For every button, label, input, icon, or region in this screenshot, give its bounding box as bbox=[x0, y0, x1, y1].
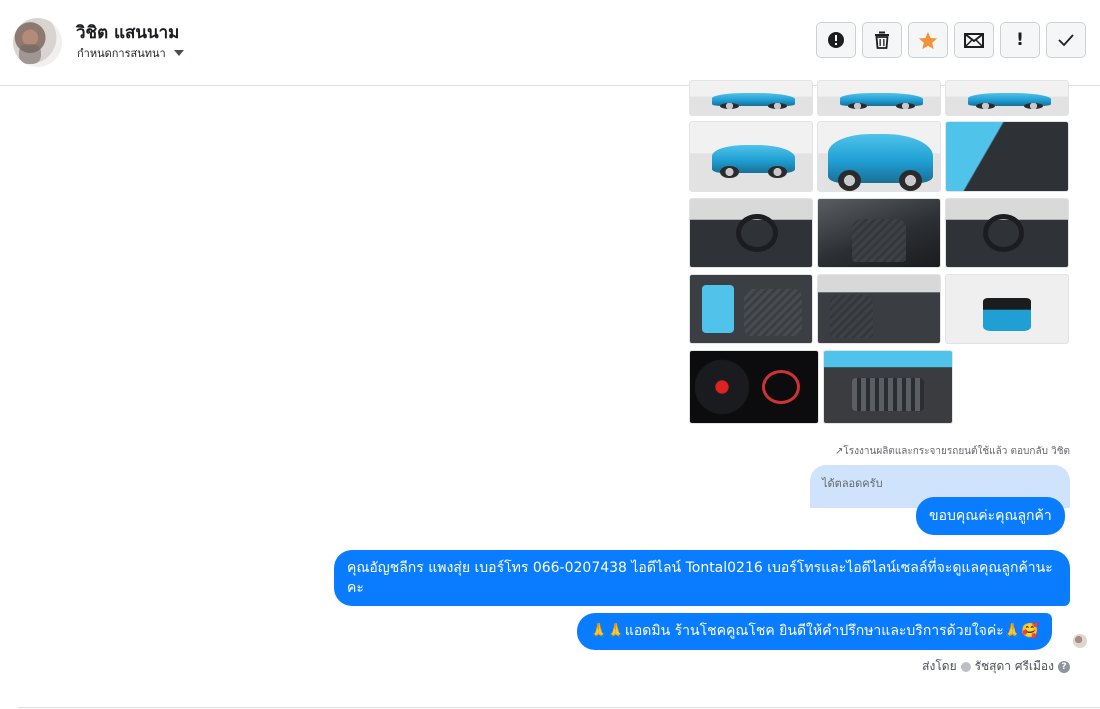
car-photo[interactable] bbox=[689, 350, 819, 424]
mark-unread-button[interactable] bbox=[954, 22, 994, 58]
car-photo[interactable] bbox=[945, 198, 1069, 268]
sent-by-info: ส่งโดย รัชสุดา ศรีเมือง ? bbox=[922, 657, 1070, 676]
car-photo[interactable] bbox=[689, 80, 813, 116]
car-photo[interactable] bbox=[817, 80, 941, 116]
exclamation-icon: ! bbox=[1016, 30, 1024, 50]
sender-name[interactable]: รัชสุดา ศรีเมือง bbox=[975, 657, 1054, 676]
message-bubble[interactable]: คุณอัญชลีกร แพงสุ่ย เบอร์โทร 066-0207438… bbox=[334, 550, 1070, 606]
car-photo[interactable] bbox=[817, 198, 941, 268]
contact-avatar[interactable] bbox=[13, 18, 62, 67]
car-photo[interactable] bbox=[945, 274, 1069, 344]
chevron-down-icon bbox=[173, 50, 184, 56]
car-photo[interactable] bbox=[689, 198, 813, 268]
contact-name[interactable]: วิชิต แสนนาม bbox=[76, 19, 179, 46]
assign-label: กำหนดการสนทนา bbox=[77, 47, 166, 60]
check-icon bbox=[1058, 34, 1074, 47]
conversation-toolbar: ! bbox=[816, 22, 1086, 58]
divider bbox=[18, 707, 1100, 708]
seen-avatar bbox=[1073, 634, 1087, 648]
sent-by-prefix: ส่งโดย bbox=[922, 659, 957, 673]
conversation-header: วิชิต แสนนาม กำหนดการสนทนา ! bbox=[0, 0, 1100, 86]
spam-button[interactable]: ! bbox=[1000, 22, 1040, 58]
star-button[interactable] bbox=[908, 22, 948, 58]
message-bubble[interactable]: 🙏🙏แอดมิน ร้านโชคคูณโชค ยินดีให้คำปรึกษาแ… bbox=[577, 613, 1052, 650]
mark-done-button[interactable] bbox=[1046, 22, 1086, 58]
trash-icon bbox=[875, 31, 889, 49]
car-photo[interactable] bbox=[945, 121, 1069, 192]
car-photo[interactable] bbox=[945, 80, 1069, 116]
alert-circle-icon bbox=[828, 32, 844, 48]
car-photo[interactable] bbox=[689, 274, 813, 344]
car-photo[interactable] bbox=[689, 121, 813, 192]
reply-context-note: ↗โรงงานผลิตและกระจายรถยนต์ใช้แล้ว ตอบกลั… bbox=[835, 446, 1070, 457]
sender-avatar-icon bbox=[960, 661, 971, 672]
report-button[interactable] bbox=[816, 22, 856, 58]
message-bubble[interactable]: ขอบคุณค่ะคุณลูกค้า bbox=[916, 497, 1065, 535]
assign-conversation-dropdown[interactable]: กำหนดการสนทนา bbox=[77, 44, 184, 62]
star-icon bbox=[918, 31, 938, 49]
help-icon[interactable]: ? bbox=[1058, 660, 1070, 673]
delete-button[interactable] bbox=[862, 22, 902, 58]
car-photo[interactable] bbox=[817, 121, 941, 192]
car-photo[interactable] bbox=[823, 350, 953, 424]
car-photo[interactable] bbox=[817, 274, 941, 344]
envelope-icon bbox=[964, 32, 984, 48]
